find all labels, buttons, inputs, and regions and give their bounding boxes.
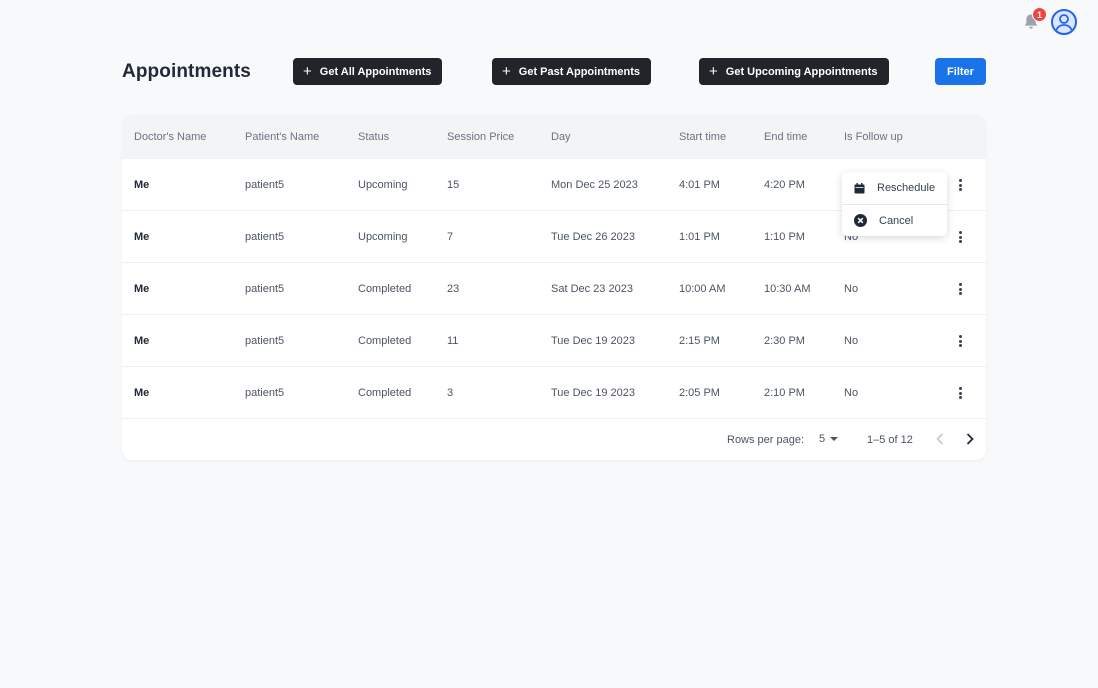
day-cell: Tue Dec 19 2023 [551, 387, 635, 399]
plus-icon: + [303, 63, 312, 80]
table-row: Me patient5 Completed 3 Tue Dec 19 2023 … [122, 367, 986, 419]
topbar-icons: 1 [1023, 7, 1077, 35]
price-cell: 23 [447, 283, 460, 295]
doctor-name-cell: Me [134, 231, 150, 243]
status-cell: Upcoming [358, 231, 408, 243]
close-circle-icon [854, 214, 867, 227]
row-actions-menu-icon[interactable] [954, 333, 966, 349]
user-icon [1055, 14, 1073, 31]
day-cell: Tue Dec 26 2023 [551, 231, 635, 243]
chevron-right-icon [966, 433, 974, 445]
start-time-cell: 2:15 PM [679, 335, 720, 347]
page-title: Appointments [122, 61, 251, 82]
price-cell: 3 [447, 387, 454, 399]
end-time-cell: 10:30 AM [764, 283, 811, 295]
get-all-appointments-button[interactable]: + Get All Appointments [293, 58, 443, 85]
notification-badge: 1 [1032, 7, 1047, 22]
rows-per-page-select[interactable]: 5 [819, 433, 839, 445]
column-header-price[interactable]: Session Price [447, 131, 514, 143]
row-actions-menu-icon[interactable] [954, 385, 966, 401]
rows-per-page-value: 5 [819, 433, 826, 445]
chevron-left-icon [936, 433, 944, 445]
patient-name-cell: patient5 [245, 231, 285, 243]
filter-button[interactable]: Filter [935, 58, 986, 85]
row-actions-menu-icon[interactable] [954, 281, 966, 297]
status-cell: Completed [358, 335, 412, 347]
plus-icon: + [709, 63, 718, 80]
button-label: Get Past Appointments [518, 65, 640, 78]
column-header-start[interactable]: Start time [679, 131, 726, 143]
row-actions-dropdown: Reschedule Cancel [842, 172, 947, 236]
rows-per-page-label: Rows per page: [727, 434, 805, 446]
doctor-name-cell: Me [134, 387, 150, 399]
day-cell: Tue Dec 19 2023 [551, 335, 635, 347]
row-actions-menu-icon[interactable] [954, 229, 966, 245]
pagination-range: 1–5 of 12 [867, 434, 913, 446]
previous-page-button[interactable] [933, 430, 947, 448]
doctor-name-cell: Me [134, 179, 150, 191]
column-header-status[interactable]: Status [358, 131, 389, 143]
end-time-cell: 1:10 PM [764, 231, 805, 243]
status-cell: Completed [358, 387, 412, 399]
column-header-patient[interactable]: Patient's Name [245, 131, 319, 143]
start-time-cell: 10:00 AM [679, 283, 726, 295]
column-header-follow-up[interactable]: Is Follow up [844, 131, 903, 143]
patient-name-cell: patient5 [245, 179, 285, 191]
day-cell: Sat Dec 23 2023 [551, 283, 633, 295]
reschedule-label: Reschedule [877, 182, 936, 194]
column-header-end[interactable]: End time [764, 131, 807, 143]
plus-icon: + [502, 63, 511, 80]
follow-up-cell: No [844, 283, 859, 295]
button-label: Get All Appointments [319, 65, 432, 78]
follow-up-cell: No [844, 387, 859, 399]
get-past-appointments-button[interactable]: + Get Past Appointments [492, 58, 651, 85]
end-time-cell: 2:10 PM [764, 387, 805, 399]
end-time-cell: 4:20 PM [764, 179, 805, 191]
column-header-doctor[interactable]: Doctor's Name [134, 131, 206, 143]
start-time-cell: 2:05 PM [679, 387, 720, 399]
end-time-cell: 2:30 PM [764, 335, 805, 347]
notification-bell[interactable]: 1 [1023, 7, 1047, 31]
appointments-table: Doctor's Name Patient's Name Status Sess… [122, 115, 986, 460]
table-pagination: Rows per page: 5 1–5 of 12 [122, 427, 986, 451]
cancel-menu-item[interactable]: Cancel [842, 204, 947, 236]
price-cell: 11 [447, 335, 459, 347]
doctor-name-cell: Me [134, 283, 150, 295]
day-cell: Mon Dec 25 2023 [551, 179, 638, 191]
price-cell: 15 [447, 179, 460, 191]
table-header: Doctor's Name Patient's Name Status Sess… [122, 115, 986, 159]
table-row: Me patient5 Completed 11 Tue Dec 19 2023… [122, 315, 986, 367]
page-header: Appointments + Get All Appointments + Ge… [122, 58, 986, 86]
caret-down-icon [830, 437, 839, 441]
patient-name-cell: patient5 [245, 335, 285, 347]
calendar-icon [854, 182, 865, 193]
row-actions-menu-icon[interactable] [954, 177, 966, 193]
status-cell: Completed [358, 283, 412, 295]
button-label: Get Upcoming Appointments [725, 65, 878, 78]
cancel-label: Cancel [879, 214, 914, 227]
column-header-day[interactable]: Day [551, 131, 571, 143]
doctor-name-cell: Me [134, 335, 150, 347]
start-time-cell: 1:01 PM [679, 231, 720, 243]
status-cell: Upcoming [358, 179, 408, 191]
patient-name-cell: patient5 [245, 387, 285, 399]
reschedule-menu-item[interactable]: Reschedule [842, 172, 947, 204]
next-page-button[interactable] [963, 430, 977, 448]
follow-up-cell: No [844, 335, 859, 347]
avatar[interactable] [1051, 9, 1077, 35]
start-time-cell: 4:01 PM [679, 179, 720, 191]
get-upcoming-appointments-button[interactable]: + Get Upcoming Appointments [699, 58, 889, 85]
price-cell: 7 [447, 231, 454, 243]
table-row: Me patient5 Completed 23 Sat Dec 23 2023… [122, 263, 986, 315]
patient-name-cell: patient5 [245, 283, 285, 295]
